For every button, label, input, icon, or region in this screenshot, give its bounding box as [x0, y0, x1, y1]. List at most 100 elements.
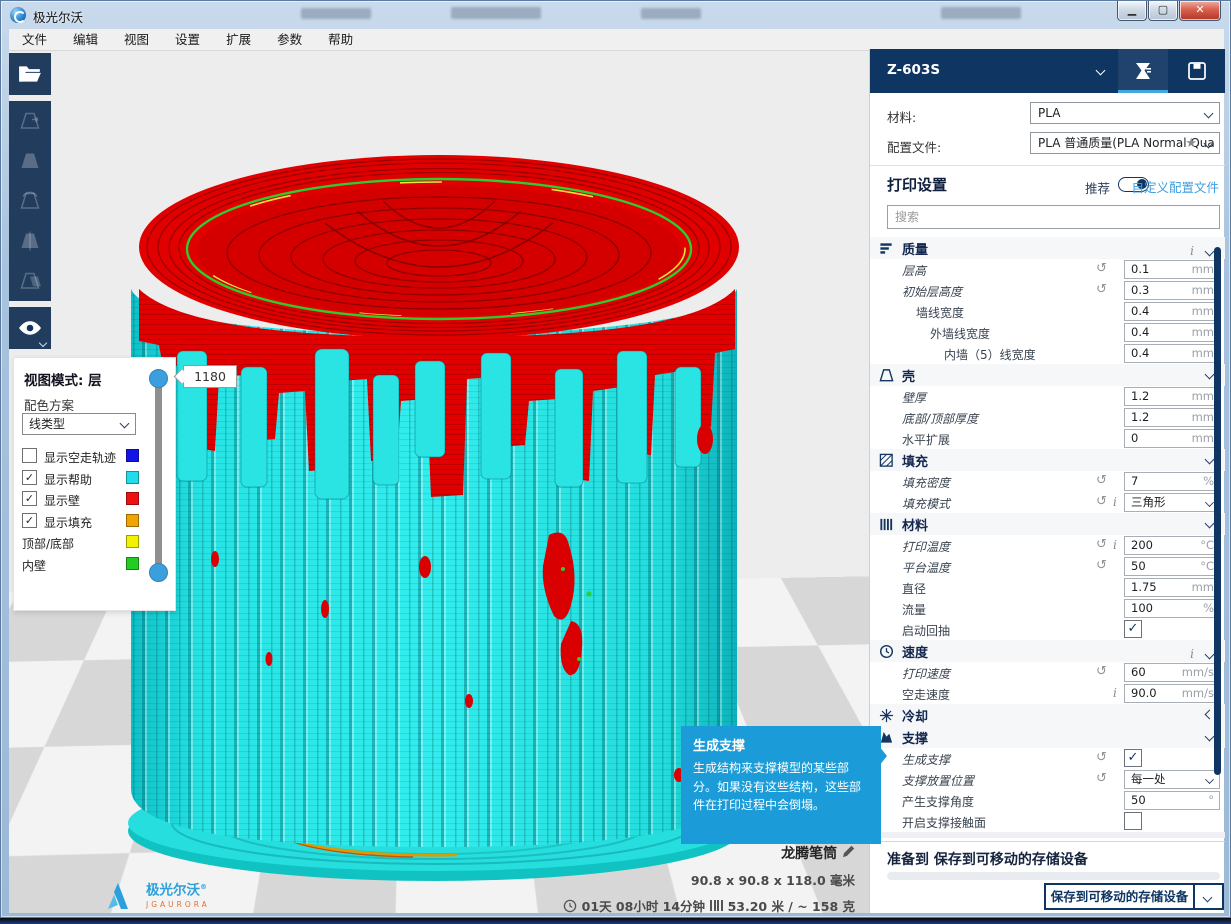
setting-dropdown[interactable]: 每一处 — [1124, 770, 1220, 789]
tab-monitor[interactable] — [1172, 49, 1222, 93]
material-value: PLA — [1038, 106, 1060, 120]
menu-item[interactable]: 编辑 — [60, 29, 111, 51]
reset-icon[interactable]: ↺ — [1096, 282, 1107, 297]
reset-icon[interactable]: ↺ — [1096, 261, 1107, 276]
section-header[interactable]: 速度i — [870, 640, 1225, 662]
material-dropdown[interactable]: PLA — [1030, 102, 1220, 124]
chevron-down-icon[interactable] — [1205, 370, 1215, 380]
setting-row: 直径1.75mm — [870, 577, 1225, 598]
menu-item[interactable]: 参数 — [264, 29, 315, 51]
view-options-button[interactable] — [9, 307, 51, 349]
titlebar[interactable]: 极光尔沃 ▁ ▢ ✕ — [1, 1, 1230, 29]
reset-icon[interactable]: ↺ — [1096, 750, 1107, 765]
menu-item[interactable]: 文件 — [9, 29, 60, 51]
info-icon[interactable]: i — [1190, 244, 1194, 258]
reset-icon[interactable]: ↺ — [1096, 771, 1107, 786]
edit-pencil-icon[interactable] — [842, 845, 855, 858]
setting-field[interactable]: 200°C — [1124, 536, 1220, 555]
setting-field[interactable]: 60mm/s — [1124, 663, 1220, 682]
rotate-icon — [18, 189, 42, 213]
setting-field[interactable]: 0.4mm — [1124, 344, 1220, 363]
menu-item[interactable]: 视图 — [111, 29, 162, 51]
section-header-controls — [1206, 520, 1213, 527]
setting-field[interactable]: 1.2mm — [1124, 408, 1220, 427]
legend-checkbox[interactable] — [22, 448, 37, 463]
section-header[interactable]: 质量i — [870, 237, 1225, 259]
setting-field[interactable]: 1.75mm — [1124, 578, 1220, 597]
close-button[interactable]: ✕ — [1179, 1, 1221, 21]
setting-field[interactable]: 1.2mm — [1124, 387, 1220, 406]
printer-selector[interactable]: Z-603S — [870, 49, 1118, 93]
setting-field[interactable]: 0.1mm — [1124, 260, 1220, 279]
section-header-controls — [1206, 711, 1213, 718]
info-icon[interactable]: i — [1113, 686, 1117, 700]
scale-tool-button[interactable] — [9, 141, 51, 181]
chevron-down-icon[interactable] — [1205, 649, 1215, 659]
windows-taskbar[interactable] — [0, 918, 1231, 924]
info-icon[interactable]: i — [1113, 538, 1117, 552]
move-tool-button[interactable] — [9, 101, 51, 141]
menu-item[interactable]: 帮助 — [315, 29, 366, 51]
layer-slider-bottom-handle[interactable] — [149, 563, 168, 582]
setting-field[interactable]: 0.4mm — [1124, 302, 1220, 321]
layer-slider[interactable] — [155, 372, 162, 578]
menu-item[interactable]: 扩展 — [213, 29, 264, 51]
setting-field[interactable]: 90.0mm/s — [1124, 684, 1220, 703]
setting-dropdown[interactable]: 三角形 — [1124, 493, 1220, 512]
legend-checkbox[interactable]: ✓ — [22, 513, 37, 528]
setting-field[interactable]: 0.3mm — [1124, 281, 1220, 300]
section-header[interactable]: 材料 — [870, 513, 1225, 535]
setting-field[interactable]: 50° — [1124, 791, 1220, 810]
custom-profile-link[interactable]: 自定义配置文件 — [1131, 177, 1219, 196]
reset-icon[interactable]: ↺ — [1096, 537, 1107, 552]
jgaurora-logo-icon — [104, 881, 140, 911]
profile-dropdown[interactable]: PLA 普通质量(PLA Normal Qua ★ — [1030, 132, 1220, 154]
mirror-tool-button[interactable] — [9, 221, 51, 261]
scrollbar-thumb[interactable] — [1214, 247, 1221, 775]
layer-slider-top-handle[interactable] — [149, 369, 168, 388]
info-icon[interactable]: i — [1113, 495, 1117, 509]
settings-scrollbar[interactable] — [1214, 237, 1221, 837]
logo-text-cn: 极光尔沃® — [146, 884, 210, 898]
section-header[interactable]: 冷却 — [870, 704, 1225, 726]
rotate-tool-button[interactable] — [9, 181, 51, 221]
legend-checkbox[interactable]: ✓ — [22, 470, 37, 485]
section-header[interactable]: 填充 — [870, 449, 1225, 471]
info-icon[interactable]: i — [1190, 647, 1194, 661]
setting-checkbox[interactable]: ✓ — [1124, 620, 1142, 638]
chevron-down-icon[interactable] — [1205, 519, 1215, 529]
reset-icon[interactable]: ↺ — [1096, 664, 1107, 679]
setting-unit: mm/s — [1182, 685, 1214, 702]
tab-print-settings[interactable] — [1118, 49, 1168, 93]
maximize-button[interactable]: ▢ — [1148, 1, 1178, 21]
setting-checkbox[interactable] — [1124, 812, 1142, 830]
chevron-down-icon[interactable] — [1205, 455, 1215, 465]
reset-icon[interactable]: ↺ — [1096, 494, 1107, 509]
save-device-dropdown[interactable] — [1195, 883, 1224, 910]
legend-checkbox[interactable]: ✓ — [22, 491, 37, 506]
menu-item[interactable]: 设置 — [162, 29, 213, 51]
chevron-down-icon[interactable] — [1205, 732, 1215, 742]
chevron-down-icon[interactable] — [1205, 246, 1215, 256]
setting-checkbox[interactable]: ✓ — [1124, 749, 1142, 767]
section-header[interactable]: 支撑 — [870, 726, 1225, 748]
settings-list: 质量i层高↺0.1mm初始层高度↺0.3mm墙线宽度0.4mm外墙线宽度0.4m… — [870, 237, 1225, 838]
reset-icon[interactable]: ↺ — [1096, 473, 1107, 488]
setting-row: 墙线宽度0.4mm — [870, 301, 1225, 322]
setting-field[interactable]: 7% — [1124, 472, 1220, 491]
setting-field[interactable]: 100% — [1124, 599, 1220, 618]
model-name: 龙腾笔筒 — [781, 846, 837, 862]
section-header[interactable]: 壳 — [870, 364, 1225, 386]
save-to-removable-button[interactable]: 保存到可移动的存储设备 — [1044, 883, 1195, 910]
sliced-model-pen-holder[interactable] — [119, 139, 749, 884]
search-input[interactable] — [887, 205, 1220, 229]
setting-field[interactable]: 0mm — [1124, 429, 1220, 448]
per-model-settings-tool-button[interactable] — [9, 261, 51, 301]
reset-icon[interactable]: ↺ — [1096, 558, 1107, 573]
setting-field[interactable]: 50°C — [1124, 557, 1220, 576]
color-scheme-dropdown[interactable]: 线类型 — [22, 413, 136, 435]
open-file-button[interactable] — [9, 53, 51, 95]
minimize-button[interactable]: ▁ — [1117, 1, 1147, 21]
chevron-left-icon[interactable] — [1205, 710, 1215, 720]
setting-field[interactable]: 0.4mm — [1124, 323, 1220, 342]
